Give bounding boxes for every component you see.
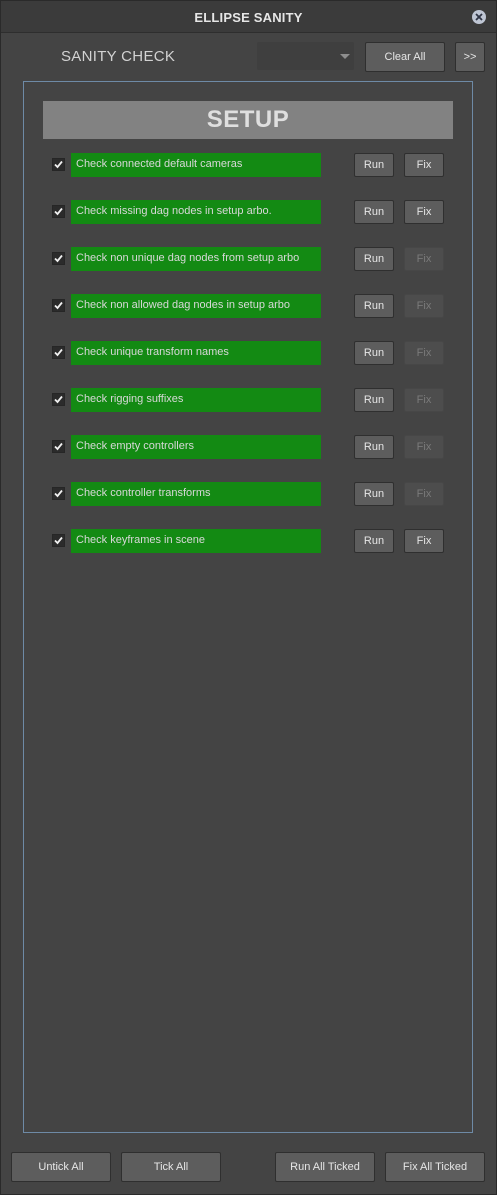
checkmark-icon (54, 207, 63, 216)
check-checkbox[interactable] (52, 252, 65, 265)
chevron-down-icon (340, 54, 350, 59)
fix-button: Fix (404, 341, 444, 365)
checkmark-icon (54, 254, 63, 263)
fix-button: Fix (404, 247, 444, 271)
close-icon[interactable] (472, 10, 486, 24)
check-label: Check connected default cameras (71, 153, 321, 177)
window-title: ELLIPSE SANITY (194, 10, 303, 25)
run-button[interactable]: Run (354, 247, 394, 271)
check-row: Check non unique dag nodes from setup ar… (0, 247, 497, 271)
check-row: Check connected default cameras Run Fix (0, 153, 497, 177)
check-checkbox[interactable] (52, 534, 65, 547)
untick-all-button[interactable]: Untick All (11, 1152, 111, 1182)
check-label: Check missing dag nodes in setup arbo. (71, 200, 321, 224)
run-all-ticked-button[interactable]: Run All Ticked (275, 1152, 375, 1182)
section-title: SETUP (43, 101, 453, 139)
fix-button: Fix (404, 294, 444, 318)
check-label: Check empty controllers (71, 435, 321, 459)
check-row: Check empty controllers Run Fix (0, 435, 497, 459)
check-label: Check non allowed dag nodes in setup arb… (71, 294, 321, 318)
run-button[interactable]: Run (354, 529, 394, 553)
checks-panel (23, 81, 473, 1133)
check-checkbox[interactable] (52, 158, 65, 171)
run-button[interactable]: Run (354, 153, 394, 177)
check-row: Check unique transform names Run Fix (0, 341, 497, 365)
fix-button[interactable]: Fix (404, 200, 444, 224)
fix-button[interactable]: Fix (404, 529, 444, 553)
clear-all-button[interactable]: Clear All (365, 42, 445, 72)
check-label: Check unique transform names (71, 341, 321, 365)
check-checkbox[interactable] (52, 440, 65, 453)
check-label: Check non unique dag nodes from setup ar… (71, 247, 321, 271)
check-label: Check rigging suffixes (71, 388, 321, 412)
checkmark-icon (54, 442, 63, 451)
run-button[interactable]: Run (354, 482, 394, 506)
run-button[interactable]: Run (354, 200, 394, 224)
check-row: Check keyframes in scene Run Fix (0, 529, 497, 553)
fix-button: Fix (404, 482, 444, 506)
check-checkbox[interactable] (52, 393, 65, 406)
fix-button: Fix (404, 388, 444, 412)
fix-button[interactable]: Fix (404, 153, 444, 177)
checkmark-icon (54, 348, 63, 357)
check-checkbox[interactable] (52, 487, 65, 500)
expand-button[interactable]: >> (455, 42, 485, 72)
run-button[interactable]: Run (354, 341, 394, 365)
check-checkbox[interactable] (52, 299, 65, 312)
check-checkbox[interactable] (52, 346, 65, 359)
checkmark-icon (54, 536, 63, 545)
check-row: Check controller transforms Run Fix (0, 482, 497, 506)
sanity-type-dropdown[interactable] (257, 42, 354, 70)
check-row: Check rigging suffixes Run Fix (0, 388, 497, 412)
run-button[interactable]: Run (354, 388, 394, 412)
checkmark-icon (54, 395, 63, 404)
check-checkbox[interactable] (52, 205, 65, 218)
check-label: Check controller transforms (71, 482, 321, 506)
check-row: Check non allowed dag nodes in setup arb… (0, 294, 497, 318)
checkmark-icon (54, 160, 63, 169)
sanity-check-heading: SANITY CHECK (61, 48, 176, 65)
fix-all-ticked-button[interactable]: Fix All Ticked (385, 1152, 485, 1182)
check-row: Check missing dag nodes in setup arbo. Ru… (0, 200, 497, 224)
checkmark-icon (54, 489, 63, 498)
run-button[interactable]: Run (354, 294, 394, 318)
tick-all-button[interactable]: Tick All (121, 1152, 221, 1182)
run-button[interactable]: Run (354, 435, 394, 459)
fix-button: Fix (404, 435, 444, 459)
checkmark-icon (54, 301, 63, 310)
check-label: Check keyframes in scene (71, 529, 321, 553)
title-bar: ELLIPSE SANITY (1, 1, 496, 33)
